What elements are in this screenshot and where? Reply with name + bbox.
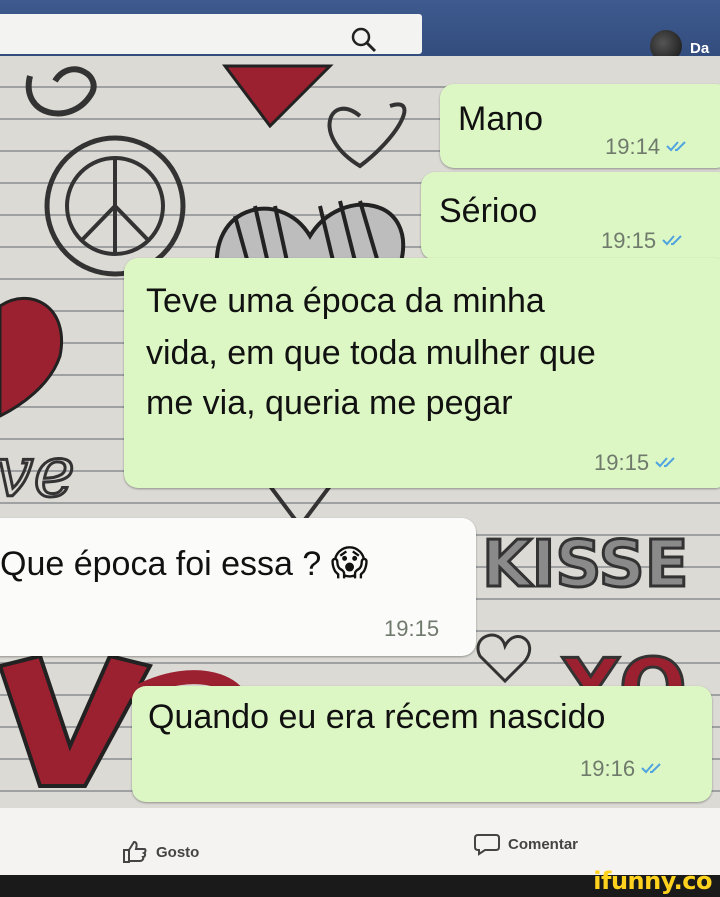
screaming-face-emoji-icon: 😱 [330,542,369,583]
message-text-line: vida, em que toda mulher que [146,334,596,372]
message-time: 19:16 [580,756,665,782]
screen-photo: Da ve KISSE Mano 19:14 Sérioo 19:15 Teve… [0,0,720,875]
double-check-icon [641,763,661,774]
message-text-line: Teve uma época da minha [146,282,545,320]
swirl-doodle [25,66,97,117]
comment-label: Comentar [508,835,579,853]
message-time: 19:15 [601,228,686,254]
post-action-bar: Gosto Comentar [0,808,720,875]
search-icon[interactable] [348,24,380,56]
profile-name[interactable]: Da [690,40,709,57]
heart-outline-doodle [327,102,407,169]
small-heart-doodle [476,633,532,684]
ifunny-watermark: ifunny.co [593,867,712,895]
peace-sign-icon [44,135,186,277]
message-bubble-outgoing[interactable]: Quando eu era récem nascido 19:16 [132,686,712,802]
speech-bubble-icon [474,834,500,856]
message-text: Que época foi essa ? 😱 [0,542,369,583]
like-button[interactable]: Gosto [122,840,199,864]
message-bubble-outgoing[interactable]: Mano 19:14 [440,84,720,168]
red-heart-doodle [0,296,63,418]
message-text-line: me via, queria me pegar [146,384,513,422]
message-text: Quando eu era récem nascido [148,698,606,736]
message-text: Mano [458,100,544,138]
double-check-icon [655,457,675,468]
like-label: Gosto [156,843,200,861]
kisse-doodle: KISSE [482,528,688,602]
thumbs-up-icon [123,840,147,863]
red-letter-doodle [0,653,153,788]
message-bubble-outgoing[interactable]: Sérioo 19:15 [421,172,720,260]
ve-doodle: ve [0,431,75,513]
message-bubble-outgoing[interactable]: Teve uma época da minha vida, em que tod… [124,258,720,488]
message-bubble-incoming[interactable]: Que época foi essa ? 😱 19:15 [0,518,476,656]
message-time: 19:14 [605,134,690,160]
search-input[interactable] [0,14,422,54]
heart-doodle [222,64,334,129]
message-time: 19:15 [384,616,440,641]
message-text: Sérioo [439,192,538,230]
double-check-icon [666,141,686,152]
comment-button[interactable]: Comentar [474,832,578,856]
double-check-icon [662,235,682,246]
message-time: 19:15 [594,450,679,476]
